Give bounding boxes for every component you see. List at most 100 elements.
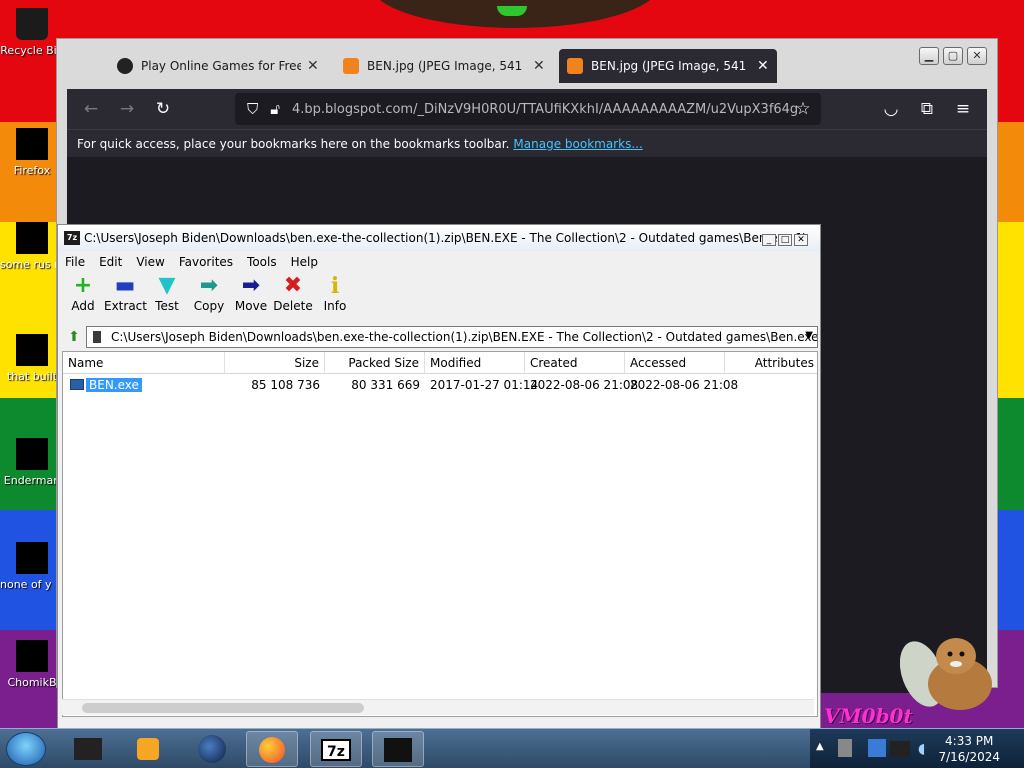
menu-help[interactable]: Help [284, 255, 325, 269]
extensions-icon[interactable]: ⧉ [915, 97, 939, 121]
file-size: 85 108 736 [251, 378, 320, 392]
pocket-icon[interactable]: ◡ [879, 97, 903, 121]
media-icon [74, 738, 102, 760]
tray-app-icon[interactable] [838, 739, 852, 757]
taskbar-media-player[interactable] [122, 731, 174, 767]
close-tab-icon[interactable]: ✕ [307, 58, 319, 74]
start-button[interactable] [6, 732, 46, 766]
copy-arrow-icon: ➡ [199, 273, 219, 298]
close-tab-icon[interactable]: ✕ [533, 58, 545, 74]
desktop-icon-firefox[interactable]: Firefox [0, 128, 64, 178]
file-accessed: 2022-08-06 21:08 [630, 378, 739, 392]
column-created[interactable]: Created [525, 352, 625, 374]
test-button[interactable]: ▼ Test [146, 273, 188, 321]
plus-icon: + [73, 273, 93, 298]
move-arrow-icon: ➡ [241, 273, 261, 298]
speaker-icon[interactable]: ◖ [918, 741, 925, 757]
column-modified[interactable]: Modified [425, 352, 525, 374]
desktop-signature: VM0b0t [824, 704, 913, 728]
shortcut-icon [16, 334, 48, 366]
7zip-window: 7z C:\Users\Joseph Biden\Downloads\ben.e… [57, 224, 821, 732]
menu-view[interactable]: View [129, 255, 171, 269]
maximize-icon[interactable]: ▢ [943, 47, 963, 65]
desktop-icon-shortcut-3[interactable]: none of y retards kn [0, 542, 64, 592]
maximize-icon[interactable]: □ [778, 234, 792, 246]
extract-button[interactable]: ▬ Extract [104, 273, 147, 321]
firefox-icon [259, 737, 285, 763]
column-accessed[interactable]: Accessed [625, 352, 725, 374]
chevron-up-icon[interactable]: ▲ [816, 741, 824, 752]
file-name[interactable]: BEN.exe [86, 378, 142, 392]
clock[interactable]: 4:33 PM 7/16/2024 [938, 733, 1000, 765]
menu-favorites[interactable]: Favorites [172, 255, 240, 269]
minus-icon: ▬ [114, 273, 136, 298]
file-created: 2022-08-06 21:08 [530, 378, 639, 392]
close-tab-icon[interactable]: ✕ [757, 58, 769, 74]
menu-icon[interactable]: ≡ [951, 97, 975, 121]
toolbar: + Add ▬ Extract ▼ Test ➡ Copy ➡ Move ✖ D… [62, 273, 822, 321]
close-icon[interactable]: ✕ [967, 47, 987, 65]
url-bar[interactable]: ⛉ 🔓︎ 4.bp.blogspot.com/_DiNzV9H0R0U/TTAU… [235, 93, 821, 125]
archive-file-icon [93, 331, 101, 343]
bookmarks-hint: For quick access, place your bookmarks h… [77, 136, 510, 151]
address-row: ⬆ C:\Users\Joseph Biden\Downloads\ben.ex… [62, 325, 818, 349]
taskbar-7zip[interactable]: 7z [310, 731, 362, 767]
column-size[interactable]: Size [225, 352, 325, 374]
desktop-icon-shortcut-2[interactable]: that built [0, 334, 64, 384]
menu-edit[interactable]: Edit [92, 255, 129, 269]
browser-tab-ben-2[interactable]: BEN.jpg (JPEG Image, 541 × 346 ✕ [559, 49, 777, 83]
manage-bookmarks-link[interactable]: Manage bookmarks... [513, 137, 642, 151]
desktop-icon-recycle-bin[interactable]: Recycle Bin [0, 8, 64, 58]
menu-file[interactable]: File [58, 255, 92, 269]
path-combobox[interactable]: C:\Users\Joseph Biden\Downloads\ben.exe-… [86, 326, 818, 348]
info-button[interactable]: i Info [314, 273, 356, 321]
scrollbar-thumb[interactable] [82, 703, 364, 713]
column-attributes[interactable]: Attributes [725, 352, 817, 374]
table-row[interactable]: BEN.exe 85 108 736 80 331 669 2017-01-27… [63, 375, 817, 395]
taskbar-terminal[interactable] [372, 731, 424, 767]
column-packed-size[interactable]: Packed Size [325, 352, 425, 374]
taskbar-network[interactable] [186, 731, 238, 767]
taskbar-firefox[interactable] [246, 731, 298, 767]
play-icon [137, 738, 159, 760]
7zip-title-bar[interactable]: 7z C:\Users\Joseph Biden\Downloads\ben.e… [58, 225, 820, 251]
file-list: Name Size Packed Size Modified Created A… [62, 351, 818, 717]
move-button[interactable]: ➡ Move [230, 273, 272, 321]
column-headers: Name Size Packed Size Modified Created A… [63, 352, 817, 374]
taskbar: 7z ▲ ◖ 4:33 PM 7/16/2024 [0, 728, 1024, 768]
desktop-icon-enderman[interactable]: Enderman [0, 438, 64, 488]
desktop-icon-chomik[interactable]: ChomikB [0, 640, 64, 690]
checkmark-icon: ▼ [158, 273, 176, 298]
horizontal-scrollbar[interactable] [62, 699, 814, 715]
tray-network-icon[interactable] [868, 739, 886, 757]
menu-tools[interactable]: Tools [240, 255, 284, 269]
clock-time: 4:33 PM [945, 734, 994, 748]
file-packed-size: 80 331 669 [351, 378, 420, 392]
minimize-icon[interactable]: _ [762, 234, 776, 246]
path-text: C:\Users\Joseph Biden\Downloads\ben.exe-… [111, 330, 818, 344]
minimize-icon[interactable]: ▁ [919, 47, 939, 65]
desktop-icon-shortcut-1[interactable]: some rus ran a r [0, 222, 64, 272]
back-icon[interactable]: ← [79, 97, 103, 121]
delete-button[interactable]: ✖ Delete [272, 273, 314, 321]
file-modified: 2017-01-27 01:14 [430, 378, 539, 392]
reload-icon[interactable]: ↻ [151, 97, 175, 121]
window-title: C:\Users\Joseph Biden\Downloads\ben.exe-… [84, 231, 808, 245]
folder-up-icon[interactable]: ⬆ [62, 329, 86, 345]
clock-date: 7/16/2024 [938, 750, 1000, 764]
tray-display-icon[interactable] [890, 741, 910, 757]
add-button[interactable]: + Add [62, 273, 104, 321]
close-icon[interactable]: ✕ [794, 234, 808, 246]
taskbar-media-center[interactable] [62, 731, 114, 767]
firefox-icon [16, 128, 48, 160]
chevron-down-icon[interactable]: ▼ [805, 330, 813, 341]
browser-tab-games[interactable]: Play Online Games for Free | no ✕ [109, 49, 327, 83]
forward-icon[interactable]: → [115, 97, 139, 121]
browser-tab-ben-1[interactable]: BEN.jpg (JPEG Image, 541 × 346 ✕ [335, 49, 553, 83]
bookmark-star-icon[interactable]: ☆ [791, 97, 815, 121]
shortcut-icon [16, 438, 48, 470]
copy-button[interactable]: ➡ Copy [188, 273, 230, 321]
lock-icon[interactable]: 🔓︎ [270, 100, 280, 118]
column-name[interactable]: Name [63, 352, 225, 374]
shield-icon[interactable]: ⛉ [247, 100, 258, 118]
